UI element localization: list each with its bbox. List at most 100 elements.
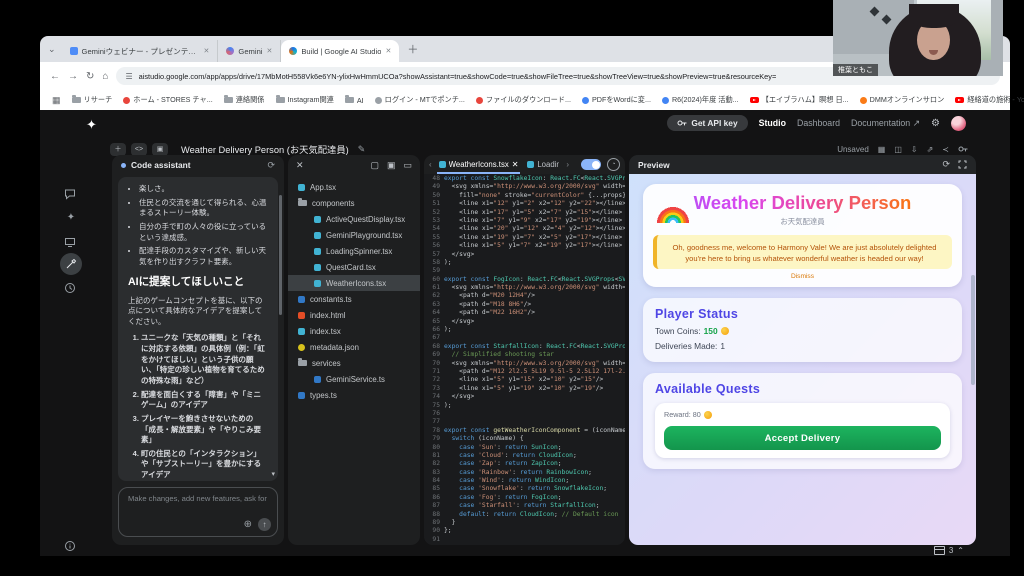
assistant-input[interactable]: [126, 493, 270, 504]
file-tree-item[interactable]: services: [288, 355, 420, 371]
nav-studio[interactable]: Studio: [759, 118, 786, 128]
bookmark-item[interactable]: 経絡道の施術 - Yo...: [955, 95, 1024, 105]
bookmark-item[interactable]: リサーチ: [72, 95, 113, 105]
code-icon[interactable]: <>: [131, 143, 147, 156]
browser-tab-1[interactable]: Geminiウェビナー - プレゼンテーション ✕: [62, 40, 219, 62]
console-bar[interactable]: 3 ⌃: [934, 546, 964, 555]
bookmark-item[interactable]: ホーム - STORES チャ...: [123, 95, 212, 105]
bookmark-item[interactable]: 【エイブラハム】瞑想 日...: [750, 95, 849, 105]
run-icon[interactable]: ◔: [607, 158, 620, 171]
refresh-icon[interactable]: ⟳: [267, 160, 275, 171]
code-line: 76: [424, 410, 625, 418]
participant-name-label: 椎葉ともこ: [833, 64, 878, 76]
code-line: 57 </svg>: [424, 251, 625, 259]
new-file-icon[interactable]: ▢: [370, 160, 379, 171]
back-icon[interactable]: ←: [50, 71, 60, 82]
info-icon[interactable]: [64, 540, 78, 554]
file-tree-item[interactable]: App.tsx: [288, 179, 420, 195]
tab-close-icon[interactable]: ✕: [266, 47, 272, 55]
quest-card: Reward: 80 Accept Delivery: [655, 403, 950, 458]
tab-close-icon[interactable]: ✕: [204, 47, 210, 55]
bookmark-item[interactable]: PDFをWordに変...: [582, 95, 651, 105]
file-tree-item[interactable]: LoadingSpinner.tsx: [288, 243, 420, 259]
bookmark-item[interactable]: DMMオンラインサロン: [860, 95, 945, 105]
forward-icon[interactable]: →: [68, 71, 78, 82]
share-icon[interactable]: ≺: [942, 145, 949, 154]
send-icon[interactable]: ↑: [258, 518, 271, 531]
file-tree-item[interactable]: index.tsx: [288, 323, 420, 339]
code-editor[interactable]: 48export const SnowflakeIcon: React.FC<R…: [424, 174, 625, 545]
dismiss-button[interactable]: Dismiss: [653, 273, 952, 280]
close-icon[interactable]: ✕: [296, 160, 304, 171]
history-icon[interactable]: [64, 282, 78, 296]
avatar[interactable]: [951, 116, 966, 131]
add-icon[interactable]: ＋: [110, 143, 126, 156]
file-tree-item[interactable]: types.ts: [288, 387, 420, 403]
nav-dashboard[interactable]: Dashboard: [797, 118, 840, 128]
nav-documentation[interactable]: Documentation ↗: [851, 118, 920, 129]
assistant-bullet-list: 楽しさ。 住民との交流を通じて得られる、心温まるストーリー体験。 自分の手で町の…: [128, 184, 268, 267]
spark-icon[interactable]: ✦: [64, 212, 78, 226]
accept-delivery-button[interactable]: Accept Delivery: [664, 426, 941, 450]
collapse-icon[interactable]: ⌃: [957, 546, 964, 555]
tsx-file-icon: [314, 264, 321, 271]
chat-icon[interactable]: [64, 188, 78, 202]
gear-icon[interactable]: ⚙: [931, 118, 940, 129]
columns-icon[interactable]: ◫: [894, 145, 902, 154]
assistant-scrollbar[interactable]: [279, 195, 282, 315]
layout-icon[interactable]: ▣: [152, 143, 168, 156]
aistudio-favicon-icon: [289, 47, 297, 55]
bookmark-item[interactable]: R6(2024)年度 活動...: [662, 95, 739, 105]
file-tree-item[interactable]: index.html: [288, 307, 420, 323]
key2-icon[interactable]: [958, 145, 968, 153]
attach-plus-icon[interactable]: ⊕: [244, 519, 252, 530]
home-icon[interactable]: ⌂: [102, 71, 108, 82]
pencil-icon[interactable]: ✎: [358, 144, 366, 155]
build-icon[interactable]: [60, 253, 82, 275]
new-tab-button[interactable]: ＋: [407, 41, 418, 57]
new-folder-icon[interactable]: ▭: [403, 160, 412, 171]
code-line: 70 <svg xmlns="http://www.w3.org/2000/sv…: [424, 360, 625, 368]
tab-close-icon[interactable]: ✕: [512, 160, 519, 169]
browser-tab-2[interactable]: Gemini ✕: [218, 40, 281, 62]
upload-file-icon[interactable]: ▣: [387, 160, 396, 171]
scroll-down-icon[interactable]: ▾: [271, 470, 275, 478]
tsx-file-icon: [314, 232, 321, 239]
bookmark-item[interactable]: 連絡関係: [224, 95, 265, 105]
file-tree-item[interactable]: GeminiService.ts: [288, 371, 420, 387]
editor-tab-2[interactable]: LoadingSpinner.tsx: [525, 155, 561, 174]
code-line: 77: [424, 418, 625, 426]
code-line: 50 fill="none" stroke="currentColor" {..…: [424, 192, 625, 200]
tab-next-icon[interactable]: ›: [566, 160, 569, 169]
file-tree-item[interactable]: QuestCard.tsx: [288, 259, 420, 275]
stream-icon[interactable]: [64, 236, 78, 250]
file-tree-item[interactable]: WeatherIcons.tsx: [288, 275, 420, 291]
bookmark-item[interactable]: ファイルのダウンロード...: [476, 95, 571, 105]
file-tree-item[interactable]: constants.ts: [288, 291, 420, 307]
download-icon[interactable]: ⇩: [911, 145, 918, 154]
file-tree-item[interactable]: GeminiPlayground.tsx: [288, 227, 420, 243]
tab-search-icon[interactable]: ⌄: [48, 44, 56, 55]
assistant-input-box[interactable]: ⊕ ↑: [118, 487, 278, 537]
apps-grid-icon[interactable]: ▦: [52, 95, 61, 106]
bookmark-item[interactable]: AI: [345, 96, 364, 105]
fullscreen-icon[interactable]: [958, 160, 967, 169]
deploy-icon[interactable]: ⇗: [927, 145, 934, 154]
editor-tab-active[interactable]: WeatherIcons.tsx ✕: [437, 155, 521, 174]
browser-tab-3-active[interactable]: Build | Google AI Studio ✕: [281, 40, 399, 62]
get-api-key-button[interactable]: Get API key: [667, 115, 747, 131]
console-icon: [934, 546, 945, 555]
preview-refresh-icon[interactable]: ⟳: [942, 159, 950, 170]
preview-scrollbar[interactable]: [971, 275, 975, 385]
bookmark-item[interactable]: Instagram関連: [276, 95, 334, 105]
file-tree-item[interactable]: ActiveQuestDisplay.tsx: [288, 211, 420, 227]
ts-file-icon: [298, 296, 305, 303]
tab-prev-icon[interactable]: ‹: [429, 160, 432, 169]
reload-icon[interactable]: ↻: [86, 71, 94, 82]
grid-icon[interactable]: ▦: [878, 145, 886, 154]
file-tree-item[interactable]: components: [288, 195, 420, 211]
bookmark-item[interactable]: ログイン - MTでポンチ...: [375, 95, 465, 105]
tab-close-icon[interactable]: ✕: [385, 47, 391, 55]
file-tree-item[interactable]: metadata.json: [288, 339, 420, 355]
code-preview-toggle[interactable]: [581, 159, 601, 170]
